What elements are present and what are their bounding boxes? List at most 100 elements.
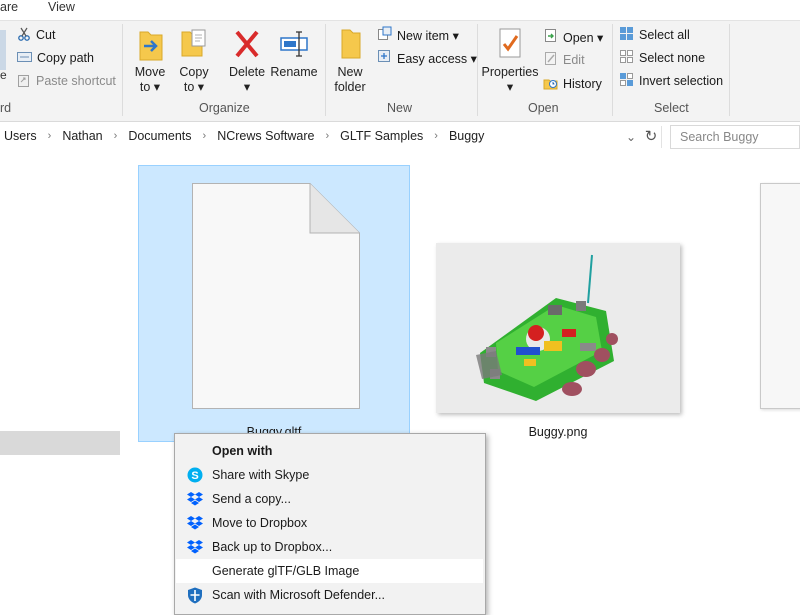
scissors-icon: [17, 27, 31, 44]
organize-group-label: Organize: [199, 101, 250, 115]
move-to-icon: [134, 26, 166, 65]
defender-icon: [185, 585, 205, 605]
new-folder-button[interactable]: New folder: [331, 26, 369, 95]
move-to-label-2: to ▾: [139, 80, 161, 94]
menu-item-share-with-skype[interactable]: S Share with Skype: [176, 463, 483, 487]
menu-item-generate-gltf-glb-image[interactable]: Generate glTF/GLB Image: [176, 559, 483, 583]
invert-selection-icon: [619, 72, 634, 90]
move-to-button[interactable]: Move to ▾: [131, 26, 169, 95]
clipboard-group-label: rd: [0, 101, 12, 115]
edit-button[interactable]: Edit: [543, 50, 585, 70]
chevron-right-icon[interactable]: ›: [434, 130, 438, 142]
easy-access-icon: [377, 49, 392, 67]
open-icon: [543, 28, 558, 46]
open-group-label: Open: [528, 101, 559, 115]
rename-icon: [277, 26, 311, 65]
ribbon-divider: [477, 24, 478, 116]
paste-shortcut-icon: [17, 73, 31, 90]
cut-label: Cut: [36, 28, 56, 42]
ribbon-tab-bar: are View: [0, 0, 800, 20]
properties-button[interactable]: Properties ▾: [481, 26, 539, 95]
document-icon: [192, 183, 360, 412]
menu-item-back-up-to-dropbox[interactable]: Back up to Dropbox...: [176, 535, 483, 559]
chevron-right-icon[interactable]: ›: [114, 130, 118, 142]
breadcrumb-users[interactable]: Users: [4, 129, 37, 143]
chevron-right-icon[interactable]: ›: [325, 130, 329, 142]
move-to-label-1: Move: [134, 65, 166, 79]
ribbon-divider: [325, 24, 326, 116]
breadcrumb-nathan[interactable]: Nathan: [62, 129, 102, 143]
buggy-thumbnail-image[interactable]: [436, 243, 680, 413]
copy-to-label-1: Copy: [179, 65, 209, 79]
menu-item-label: Back up to Dropbox...: [212, 540, 333, 554]
breadcrumb-ncrews-software[interactable]: NCrews Software: [217, 129, 314, 143]
chevron-right-icon[interactable]: ›: [48, 130, 52, 142]
dropbox-icon: [185, 537, 205, 557]
invert-selection-button[interactable]: Invert selection: [619, 71, 723, 91]
sidebar-selected-item[interactable]: [0, 431, 120, 455]
delete-button[interactable]: Delete ▾: [229, 26, 265, 95]
select-all-label: Select all: [639, 28, 690, 42]
select-none-icon: [619, 49, 634, 67]
rename-button[interactable]: Rename: [270, 26, 318, 80]
menu-item-move-to-dropbox[interactable]: Move to Dropbox: [176, 511, 483, 535]
menu-item-scan-with-defender[interactable]: Scan with Microsoft Defender...: [176, 583, 483, 607]
rename-label: Rename: [270, 65, 318, 79]
dropbox-icon: [185, 513, 205, 533]
copy-to-icon: [178, 26, 210, 65]
address-divider: [661, 126, 662, 148]
search-input[interactable]: Search Buggy: [670, 125, 800, 149]
select-all-button[interactable]: Select all: [619, 25, 690, 45]
properties-icon: [494, 26, 526, 65]
refresh-icon[interactable]: ↻: [641, 127, 661, 147]
menu-item-label: Open with: [212, 444, 273, 458]
easy-access-label: Easy access ▾: [397, 51, 477, 66]
tab-share[interactable]: are: [0, 0, 18, 14]
properties-dropdown: ▾: [506, 80, 514, 94]
new-item-label: New item ▾: [397, 28, 459, 43]
invert-selection-label: Invert selection: [639, 74, 724, 88]
breadcrumb: Users › Nathan › Documents › NCrews Soft…: [4, 129, 484, 143]
document-icon-partial[interactable]: [760, 183, 800, 409]
open-label: Open ▾: [563, 30, 604, 45]
dropbox-icon: [185, 489, 205, 509]
paste-label-fragment: e: [0, 68, 7, 82]
edit-icon: [543, 51, 558, 69]
ribbon-divider: [122, 24, 123, 116]
menu-item-send-a-copy[interactable]: Send a copy...: [176, 487, 483, 511]
chevron-right-icon[interactable]: ›: [203, 130, 207, 142]
properties-label: Properties: [481, 65, 539, 79]
easy-access-button[interactable]: Easy access ▾: [377, 48, 477, 68]
menu-item-label: Share with Skype: [212, 468, 310, 482]
open-button[interactable]: Open ▾: [543, 27, 603, 47]
copy-path-button[interactable]: Copy path: [17, 48, 94, 68]
menu-item-label: Move to Dropbox: [212, 516, 308, 530]
context-menu: Open with S Share with Skype Send a copy…: [174, 433, 486, 615]
history-button[interactable]: History: [543, 74, 602, 94]
svg-text:S: S: [191, 470, 198, 482]
new-item-icon: [377, 26, 392, 44]
copy-to-label-2: to ▾: [183, 80, 205, 94]
menu-item-label: Send a copy...: [212, 492, 291, 506]
copy-path-label: Copy path: [37, 51, 94, 65]
select-all-icon: [619, 26, 634, 44]
new-group-label: New: [387, 101, 413, 115]
skype-icon: S: [185, 465, 205, 485]
edit-label: Edit: [563, 53, 585, 67]
breadcrumb-gltf-samples[interactable]: GLTF Samples: [340, 129, 423, 143]
chevron-down-icon[interactable]: ⌄: [626, 127, 636, 147]
menu-item-label: Generate glTF/GLB Image: [212, 564, 360, 578]
tab-view[interactable]: View: [48, 0, 75, 14]
menu-item-open-with[interactable]: Open with: [176, 439, 483, 463]
select-none-button[interactable]: Select none: [619, 48, 705, 68]
paste-icon[interactable]: [0, 30, 6, 70]
new-item-button[interactable]: New item ▾: [377, 25, 459, 45]
copy-to-button[interactable]: Copy to ▾: [176, 26, 212, 95]
breadcrumb-buggy[interactable]: Buggy: [449, 129, 484, 143]
delete-label: Delete: [228, 65, 266, 79]
breadcrumb-documents[interactable]: Documents: [128, 129, 191, 143]
select-none-label: Select none: [639, 51, 706, 65]
cut-button[interactable]: Cut: [17, 25, 55, 45]
paste-shortcut-button[interactable]: Paste shortcut: [17, 71, 116, 91]
delete-x-icon: [231, 26, 263, 65]
